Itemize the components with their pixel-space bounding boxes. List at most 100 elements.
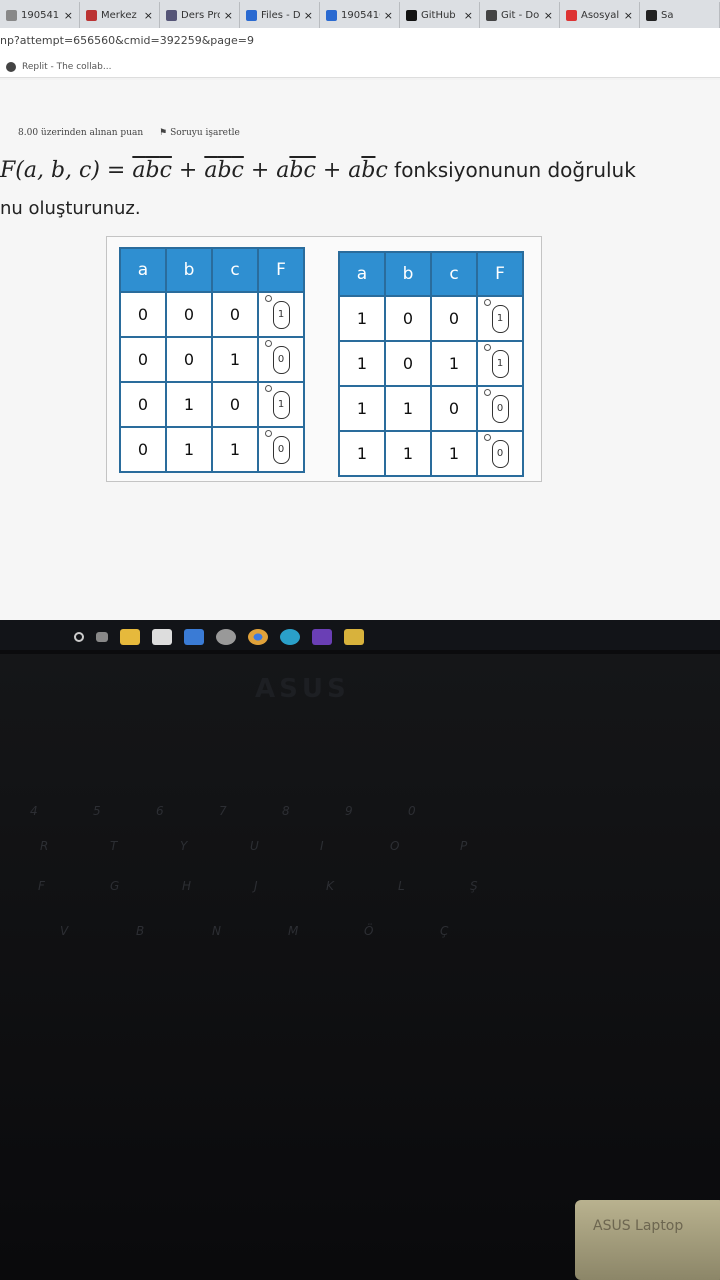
- browser-tab[interactable]: 190541 ×: [0, 2, 80, 28]
- replit-icon: [6, 61, 16, 72]
- table-cell: 0: [119, 381, 167, 428]
- keyboard-key: 6: [156, 804, 164, 818]
- keyboard-key: 9: [345, 804, 353, 818]
- tab-close-icon[interactable]: ×: [464, 9, 473, 22]
- f-answer-cell[interactable]: 0: [476, 430, 524, 477]
- formula-variable: a: [276, 158, 290, 183]
- paint-icon[interactable]: [344, 629, 364, 645]
- store-icon[interactable]: [152, 629, 172, 645]
- f-answer-token[interactable]: 1: [272, 390, 290, 419]
- windows-taskbar: [0, 620, 720, 650]
- formula-variable: b: [145, 158, 160, 183]
- column-header: F: [476, 251, 524, 297]
- browser-tab[interactable]: Files - D ×: [240, 2, 320, 28]
- formula-variable: c: [375, 158, 388, 183]
- browser-tab[interactable]: Git - Do ×: [480, 2, 560, 28]
- keyboard-key: G: [110, 879, 120, 893]
- browser-tab[interactable]: Asosyal ×: [560, 2, 640, 28]
- f-answer-token[interactable]: 0: [491, 394, 509, 423]
- bookmark-replit[interactable]: Replit - The collab...: [22, 62, 111, 72]
- monitor-screen: 190541×Merkez×Ders Pro×Files - D×1905410…: [0, 0, 720, 650]
- f-answer-token[interactable]: 0: [272, 435, 290, 464]
- drag-pin-icon: [265, 430, 272, 437]
- formula-variable: c: [231, 158, 244, 183]
- drag-pin-icon: [484, 389, 491, 396]
- tab-favicon-icon: [326, 9, 337, 21]
- keyboard-key: F: [38, 879, 45, 893]
- keyboard-key: U: [250, 839, 259, 853]
- f-answer-cell[interactable]: 0: [257, 336, 305, 383]
- search-icon[interactable]: [74, 632, 84, 642]
- f-answer-cell[interactable]: 1: [257, 291, 305, 338]
- browser-tab[interactable]: GitHub ×: [400, 2, 480, 28]
- formula-variable: b: [289, 158, 304, 183]
- tab-favicon-icon: [646, 9, 657, 21]
- flag-icon: ⚑: [159, 128, 171, 138]
- table-cell: 1: [384, 385, 432, 432]
- f-answer-token[interactable]: 1: [491, 304, 509, 333]
- browser-tab[interactable]: 1905410 ×: [320, 2, 400, 28]
- task-view-icon[interactable]: [96, 632, 108, 642]
- edge-icon[interactable]: [280, 629, 300, 645]
- formula-prefix: F(a, b, c) =: [0, 158, 133, 183]
- f-answer-cell[interactable]: 1: [257, 381, 305, 428]
- f-answer-token[interactable]: 0: [491, 439, 509, 468]
- table-cell: 1: [338, 295, 386, 342]
- f-answer-cell[interactable]: 0: [257, 426, 305, 473]
- truth-table-left: abcF0001001001010110: [119, 247, 305, 473]
- keyboard-key: P: [460, 839, 468, 853]
- table-cell: 0: [211, 381, 259, 428]
- formula-variable: c: [159, 158, 172, 183]
- question-suffix: fonksiyonunun doğruluk: [394, 158, 636, 182]
- formula-variable: a: [204, 158, 218, 183]
- formula-variable: b: [361, 158, 376, 183]
- flag-question-link[interactable]: ⚑ Soruyu işaretle: [159, 128, 240, 138]
- table-cell: 0: [119, 336, 167, 383]
- f-answer-token[interactable]: 1: [272, 300, 290, 329]
- question-meta: 8.00 üzerinden alınan puan ⚑ Soruyu işar…: [18, 128, 240, 138]
- table-cell: 1: [211, 336, 259, 383]
- mail-icon[interactable]: [184, 629, 204, 645]
- tab-favicon-icon: [486, 9, 497, 21]
- formula-plus: +: [315, 158, 349, 183]
- f-answer-cell[interactable]: 1: [476, 295, 524, 342]
- keyboard-key: O: [390, 839, 400, 853]
- formula-term: abc: [204, 158, 244, 183]
- drag-pin-icon: [484, 434, 491, 441]
- visual-studio-icon[interactable]: [312, 629, 332, 645]
- asus-logo: ASUS: [255, 674, 350, 704]
- keyboard-key: 0: [408, 804, 416, 818]
- url-text[interactable]: np?attempt=656560&cmid=392259&page=9: [0, 34, 254, 47]
- f-answer-cell[interactable]: 0: [476, 385, 524, 432]
- formula-terms: abc + abc + abc + abc: [132, 158, 387, 183]
- keyboard-key: J: [254, 879, 258, 893]
- keyboard-key: R: [40, 839, 49, 853]
- tab-label: 1905410: [341, 9, 380, 21]
- address-bar[interactable]: np?attempt=656560&cmid=392259&page=9: [0, 28, 720, 56]
- table-row: 0101: [119, 381, 305, 428]
- file-explorer-icon[interactable]: [120, 629, 140, 645]
- f-answer-cell[interactable]: 1: [476, 340, 524, 387]
- tab-close-icon[interactable]: ×: [304, 9, 313, 22]
- tab-close-icon[interactable]: ×: [224, 9, 233, 22]
- browser-tab[interactable]: Merkez ×: [80, 2, 160, 28]
- f-answer-token[interactable]: 0: [272, 345, 290, 374]
- browser-tab[interactable]: Sa: [640, 2, 720, 28]
- keyboard-key: H: [182, 879, 192, 893]
- tab-close-icon[interactable]: ×: [384, 9, 393, 22]
- browser-tab[interactable]: Ders Pro ×: [160, 2, 240, 28]
- tab-close-icon[interactable]: ×: [144, 9, 153, 22]
- keyboard-key: B: [136, 924, 145, 938]
- tab-close-icon[interactable]: ×: [624, 9, 633, 22]
- tab-close-icon[interactable]: ×: [544, 9, 553, 22]
- chrome-icon[interactable]: [248, 629, 268, 645]
- table-cell: 1: [165, 381, 213, 428]
- bookmarks-bar: Replit - The collab...: [0, 56, 720, 78]
- tab-close-icon[interactable]: ×: [64, 9, 73, 22]
- settings-icon[interactable]: [216, 629, 236, 645]
- truth-table-right: abcF1001101111001110: [338, 251, 524, 477]
- table-row: 1100: [338, 385, 524, 432]
- column-header: b: [384, 251, 432, 297]
- f-answer-token[interactable]: 1: [491, 349, 509, 378]
- formula-term: abc: [132, 158, 172, 183]
